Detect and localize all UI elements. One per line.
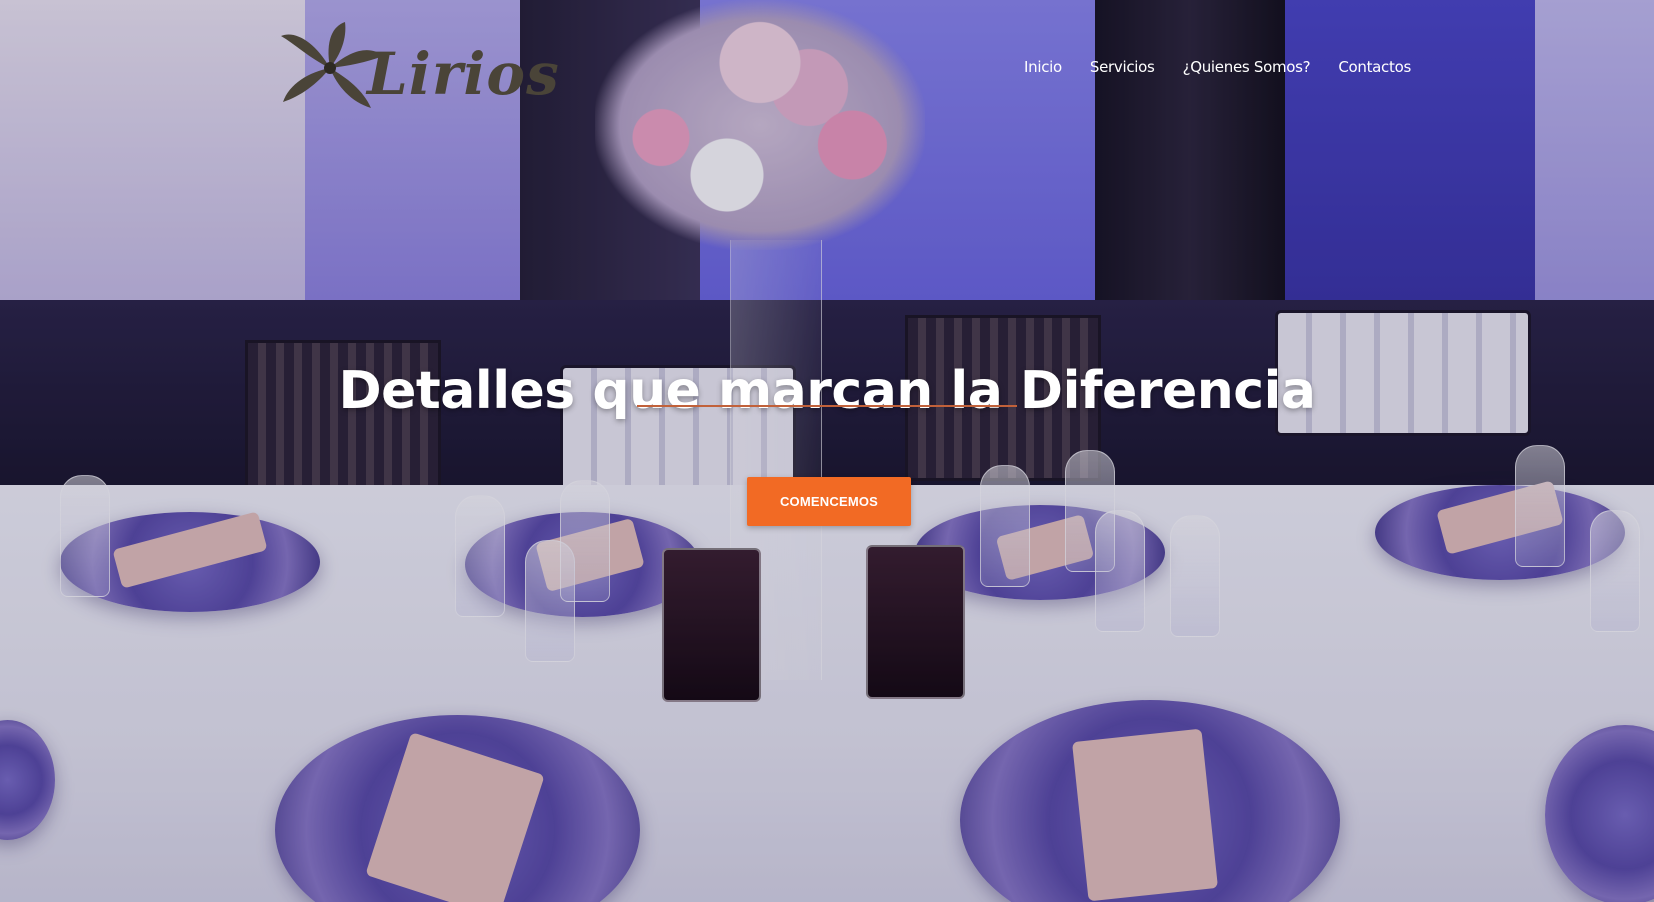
nav-link-quienes-somos[interactable]: ¿Quienes Somos?	[1183, 58, 1311, 76]
headline-divider	[637, 405, 1017, 407]
hero-headline: Detalles que marcan la Diferencia	[338, 360, 1316, 421]
hero-overlay	[0, 0, 1654, 902]
logo-wordmark: Lirios	[367, 40, 560, 108]
site-logo[interactable]: Lirios	[275, 18, 559, 118]
nav-link-contactos[interactable]: Contactos	[1338, 58, 1411, 76]
nav-link-inicio[interactable]: Inicio	[1024, 58, 1062, 76]
nav-link-servicios[interactable]: Servicios	[1090, 58, 1155, 76]
comencemos-button[interactable]: COMENCEMOS	[747, 477, 911, 526]
hero-background-photo	[0, 0, 1654, 902]
main-navigation: Inicio Servicios ¿Quienes Somos? Contact…	[1024, 58, 1411, 76]
